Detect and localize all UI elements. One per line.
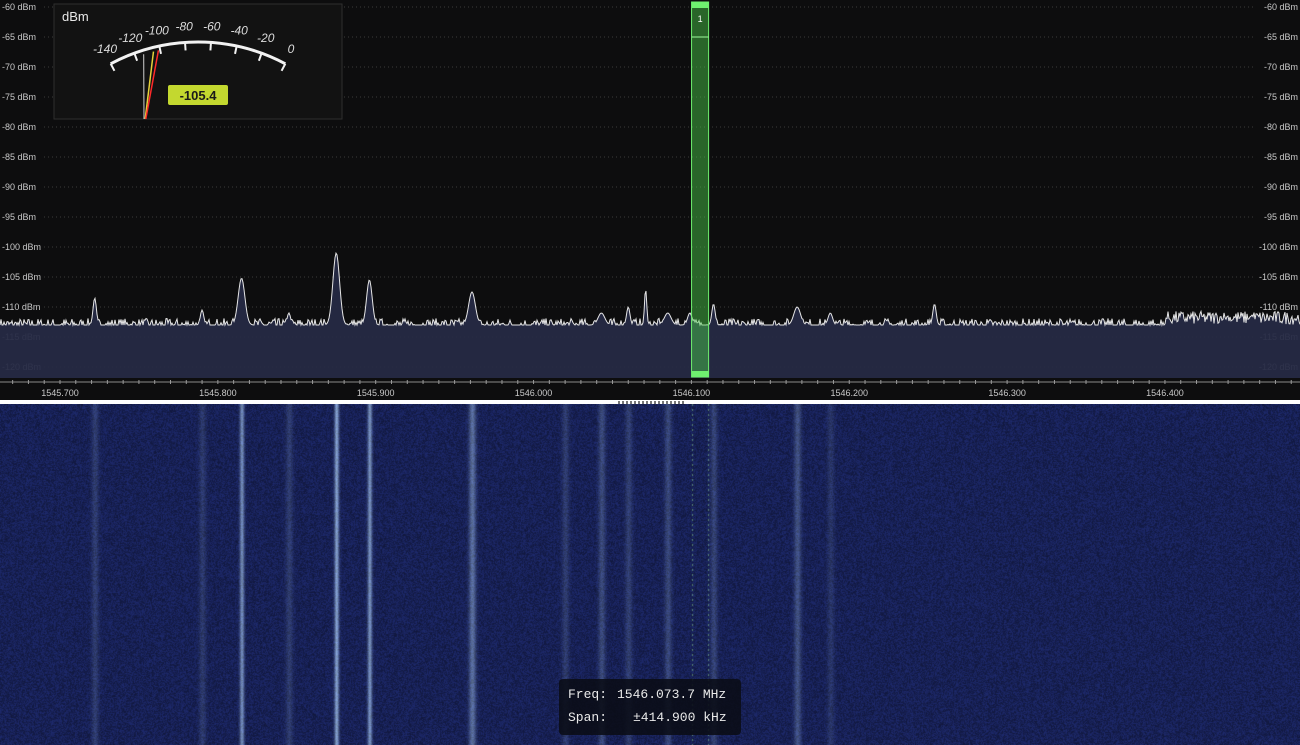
level-label-right: -60 dBm xyxy=(1264,2,1298,12)
level-label-left: -70 dBm xyxy=(2,62,36,72)
level-label-right: -95 dBm xyxy=(1264,212,1298,222)
meter-scale-label: -120 xyxy=(118,31,142,45)
level-label-right: -85 dBm xyxy=(1264,152,1298,162)
vfo-marker[interactable]: 1 xyxy=(691,1,710,378)
level-label-right: -90 dBm xyxy=(1264,182,1298,192)
level-label-right: -110 dBm xyxy=(1260,302,1298,312)
span-value: ±414.900 kHz xyxy=(633,710,727,725)
level-label-left: -85 dBm xyxy=(2,152,36,162)
vfo-label: 1 xyxy=(698,14,703,24)
level-label-right: -75 dBm xyxy=(1264,92,1298,102)
freq-label: 1546.100 xyxy=(673,388,711,398)
vfo-bottom-handle[interactable] xyxy=(691,371,709,377)
level-label-left: -90 dBm xyxy=(2,182,36,192)
signal-meter: -140-120-100 -80 -60 -40 -20 0 dBm -105.4 xyxy=(53,3,343,120)
spectrum-panel[interactable]: -60 dBm -65 dBm -70 dBm -75 dBm -80 dBm -85 d… xyxy=(0,0,1300,400)
freq-label: 1545.800 xyxy=(199,388,237,398)
level-label-right: -80 dBm xyxy=(1264,122,1298,132)
freq-label: 1545.700 xyxy=(41,388,79,398)
level-label-right: -70 dBm xyxy=(1264,62,1298,72)
level-label-right: -100 dBm xyxy=(1259,242,1298,252)
meter-scale-label: -20 xyxy=(257,31,275,45)
vfo-bandwidth[interactable] xyxy=(691,2,709,377)
cursor-readout: Freq: 1546.073.7 MHz Span: ±414.900 kHz xyxy=(559,679,741,735)
meter-scale-label: -40 xyxy=(230,23,248,37)
level-label-right: -65 dBm xyxy=(1264,32,1298,42)
level-label-left: -80 dBm xyxy=(2,122,36,132)
meter-tick xyxy=(184,42,187,51)
level-label-left: -100 dBm xyxy=(2,242,41,252)
level-label-left: -105 dBm xyxy=(2,272,41,282)
freq-label: 1546.200 xyxy=(830,388,868,398)
meter-scale-label: -140 xyxy=(93,42,117,56)
freq-label: 1546.400 xyxy=(1146,388,1184,398)
level-label-left: -60 dBm xyxy=(2,2,36,12)
vfo-top-handle[interactable] xyxy=(691,2,709,8)
level-label-right: -105 dBm xyxy=(1259,272,1298,282)
meter-scale-label: -100 xyxy=(145,23,169,37)
level-label-left: -65 dBm xyxy=(2,32,36,42)
freq-value: 1546.073.7 MHz xyxy=(617,687,727,702)
freq-label: Freq: xyxy=(568,687,608,702)
meter-scale-label: 0 xyxy=(288,42,295,56)
meter-tick xyxy=(209,42,212,51)
freq-label: 1546.300 xyxy=(988,388,1026,398)
meter-scale-label: -60 xyxy=(203,19,221,33)
span-label: Span: xyxy=(568,710,608,725)
level-label-left: -110 dBm xyxy=(2,302,40,312)
freq-label: 1546.000 xyxy=(515,388,553,398)
meter-value: -105.4 xyxy=(180,88,218,103)
sdr-window: -60 dBm -65 dBm -70 dBm -75 dBm -80 dBm -85 d… xyxy=(0,0,1300,745)
level-label-left: -95 dBm xyxy=(2,212,36,222)
meter-unit: dBm xyxy=(62,9,89,24)
meter-scale-label: -80 xyxy=(176,19,194,33)
level-label-left: -75 dBm xyxy=(2,92,36,102)
freq-label: 1545.900 xyxy=(357,388,395,398)
frequency-axis: 1545.700 1545.800 1545.900 1546.000 1546.100… xyxy=(0,378,1300,400)
